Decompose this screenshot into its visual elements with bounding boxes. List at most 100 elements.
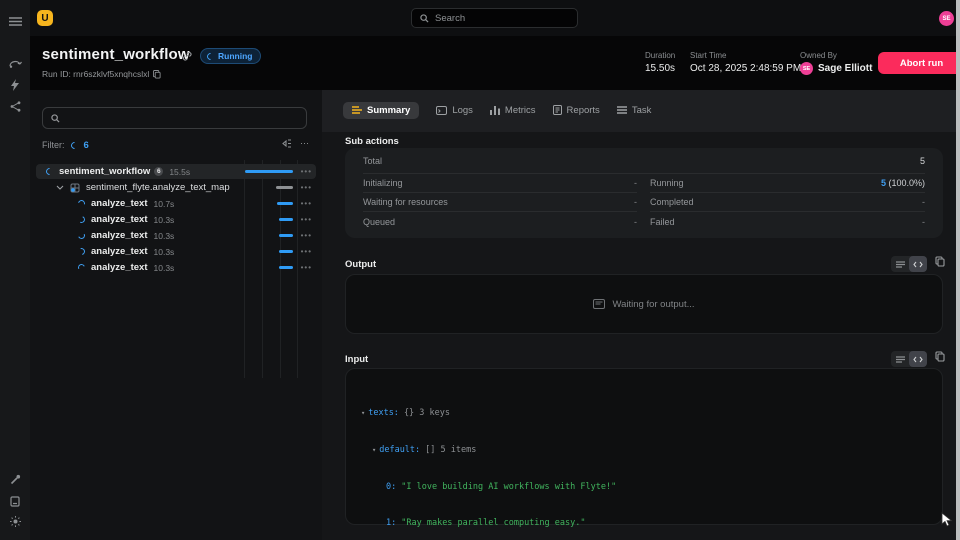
row-more-icon[interactable]: ••• (301, 215, 312, 224)
tab-logs[interactable]: Logs (436, 105, 473, 116)
list-view-icon[interactable] (891, 351, 909, 367)
tree-root-label: sentiment_workflow (59, 166, 151, 177)
json-line: ▾ default: [] 5 items (361, 444, 616, 456)
output-copy-icon[interactable] (935, 256, 945, 267)
tree-row-task[interactable]: analyze_text 10.3s ••• (36, 228, 316, 243)
status-badge-label: Running (218, 51, 253, 61)
search-input[interactable] (435, 12, 555, 24)
sub-actions-title: Sub actions (345, 136, 399, 147)
tab-summary[interactable]: Summary (343, 101, 420, 119)
filter-count[interactable]: 6 (84, 140, 89, 151)
metrics-icon (489, 105, 500, 115)
collapse-arrow[interactable]: ▾ (361, 409, 365, 417)
reports-icon (552, 105, 562, 115)
output-view-toggle (891, 256, 927, 272)
nav-rail (0, 0, 30, 540)
status-badge[interactable]: Running (200, 48, 262, 64)
json-meta: [] 5 items (425, 445, 477, 456)
stat-label: Waiting for resources (363, 197, 448, 207)
owner-name: Sage Elliott (818, 63, 873, 74)
changelog-file-icon[interactable] (0, 490, 30, 512)
json-key: default: (379, 445, 421, 456)
tree-search-box[interactable] (42, 107, 307, 129)
abort-run-button[interactable]: Abort run (878, 52, 960, 74)
tree-more-options-icon[interactable]: ⋯ (300, 138, 310, 149)
task-duration: 10.7s (153, 198, 175, 209)
row-more-icon[interactable]: ••• (301, 167, 312, 176)
task-duration: 10.3s (153, 214, 175, 225)
row-more-icon[interactable]: ••• (301, 247, 312, 256)
apps-lightning-icon[interactable] (0, 74, 30, 96)
tab-task[interactable]: Task (616, 105, 651, 116)
timeline-bar[interactable] (276, 186, 293, 189)
timeline-bar[interactable] (245, 170, 293, 173)
copy-icon[interactable] (153, 69, 161, 79)
tab-summary-label: Summary (367, 104, 411, 116)
tree-row-task[interactable]: analyze_text 10.7s ••• (36, 196, 316, 211)
owner-label: Owned By (800, 51, 837, 60)
collapse-all-icon[interactable] (282, 139, 292, 148)
theme-sun-icon[interactable] (0, 510, 30, 532)
timeline-bar[interactable] (279, 218, 293, 221)
share-graph-icon[interactable] (0, 95, 30, 117)
run-id: Run ID: rnr6szklvf5xnqhcslxl (42, 69, 161, 79)
tree-row-task[interactable]: analyze_text 10.3s ••• (36, 212, 316, 227)
stat-label: Failed (650, 216, 675, 227)
abort-run-label: Abort run (899, 57, 944, 69)
task-duration: 10.3s (153, 230, 175, 241)
tab-metrics[interactable]: Metrics (489, 104, 536, 116)
filter-running-icon[interactable] (69, 140, 79, 150)
list-view-icon[interactable] (891, 256, 909, 272)
filter-row: Filter: 6 ⋯ (42, 138, 310, 152)
row-more-icon[interactable]: ••• (301, 199, 312, 208)
timeline-bar[interactable] (279, 234, 293, 237)
filter-label: Filter: (42, 140, 65, 150)
running-spinner-icon (77, 263, 86, 272)
row-more-icon[interactable]: ••• (301, 263, 312, 272)
input-copy-icon[interactable] (935, 351, 945, 362)
tree-row-task[interactable]: analyze_text 10.3s ••• (36, 244, 316, 259)
tree-row-root[interactable]: sentiment_workflow 6 15.5s ••• (36, 164, 316, 179)
tree-row-task[interactable]: analyze_text 10.3s ••• (36, 260, 316, 275)
running-spinner-icon (77, 231, 86, 240)
tree-row-map[interactable]: sentiment_flyte.analyze_text_map ••• (36, 180, 316, 195)
row-more-icon[interactable]: ••• (301, 183, 312, 192)
total-row: Total 5 (363, 148, 925, 174)
running-spinner-icon (76, 198, 87, 209)
summary-content: Sub actions Total 5 Initializing - Waiti… (322, 132, 956, 540)
union-logo[interactable]: U (37, 10, 53, 26)
user-avatar[interactable]: SE (939, 11, 954, 26)
runs-icon[interactable] (0, 52, 30, 74)
global-search[interactable] (411, 8, 578, 28)
start-time-label: Start Time (690, 51, 727, 60)
collapse-arrow[interactable]: ▾ (372, 446, 376, 454)
stat-value: - (634, 216, 637, 227)
stat-label: Initializing (363, 178, 403, 188)
logs-icon (436, 105, 448, 115)
stat-row: Queued - (363, 212, 637, 231)
owner-avatar[interactable]: SE (800, 62, 813, 75)
timeline-bar[interactable] (279, 266, 293, 269)
wand-icon[interactable] (0, 468, 30, 490)
link-icon[interactable] (182, 51, 192, 61)
start-time-value: Oct 28, 2025 2:48:59 PM (690, 63, 802, 74)
row-more-icon[interactable]: ••• (301, 231, 312, 240)
menu-hamburger-icon[interactable] (0, 10, 30, 32)
scrollbar[interactable] (956, 0, 960, 540)
actions-tree-panel: Filter: 6 ⋯ sentiment_workflow 6 15.5s •… (30, 90, 322, 540)
duration-value: 15.50s (645, 63, 676, 74)
running-count[interactable]: 5 (881, 178, 886, 188)
code-view-icon[interactable] (909, 351, 927, 367)
json-string: "Ray makes parallel computing easy." (401, 518, 586, 529)
chevron-down-icon[interactable] (56, 185, 64, 190)
stat-row: Failed - (650, 212, 925, 231)
total-value: 5 (919, 155, 925, 166)
output-waiting: Waiting for output... (346, 275, 942, 333)
tab-reports[interactable]: Reports (552, 105, 600, 116)
tab-metrics-label: Metrics (504, 104, 536, 116)
timeline-bar[interactable] (277, 202, 293, 205)
json-meta: {} 3 keys (403, 408, 450, 419)
input-title: Input (345, 354, 369, 365)
timeline-bar[interactable] (279, 250, 293, 253)
code-view-icon[interactable] (909, 256, 927, 272)
